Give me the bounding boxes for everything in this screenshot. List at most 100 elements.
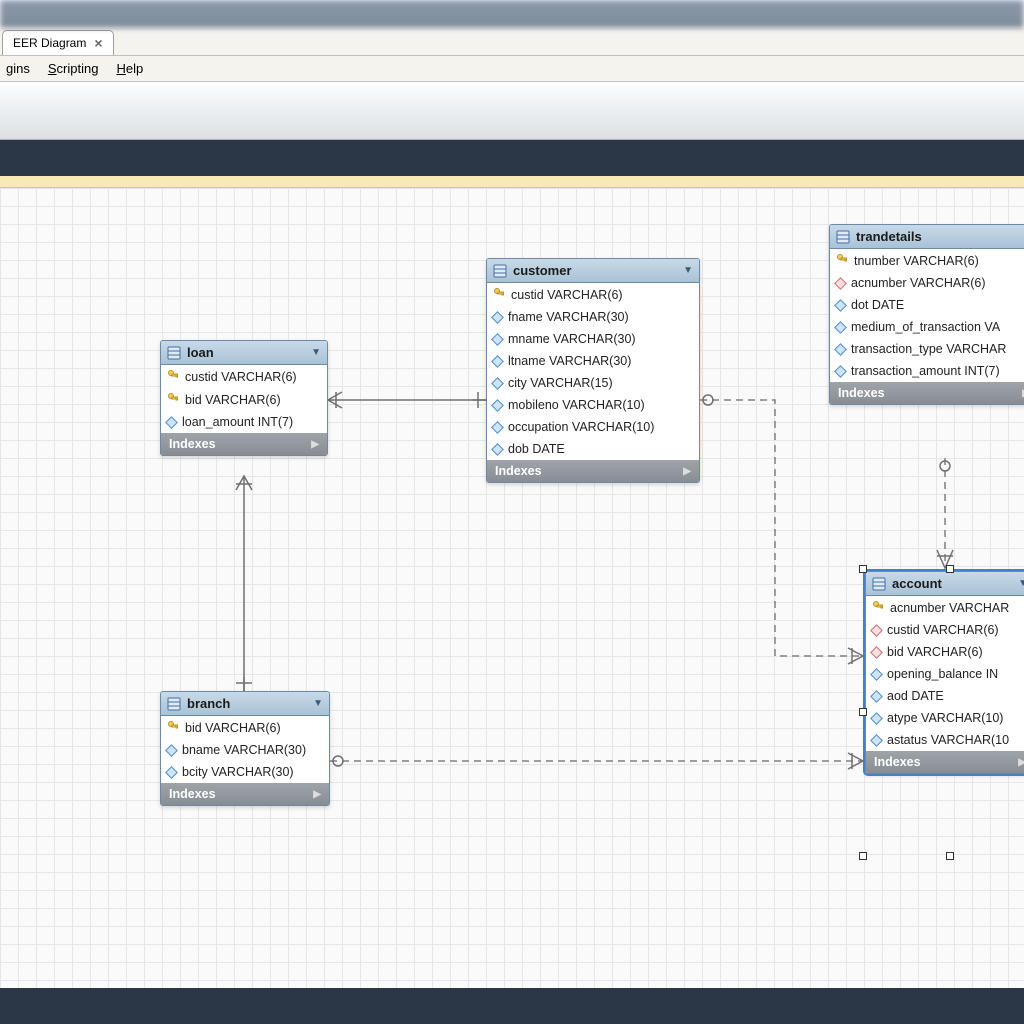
- column-text: astatus VARCHAR(10: [887, 733, 1009, 747]
- fk-diamond-icon: [870, 624, 883, 637]
- column-row[interactable]: tnumber VARCHAR(6): [830, 249, 1024, 272]
- entity-indexes-loan[interactable]: Indexes ▶: [161, 433, 327, 455]
- column-row[interactable]: bname VARCHAR(30): [161, 739, 329, 761]
- entity-indexes-trandetails[interactable]: Indexes ▶: [830, 382, 1024, 404]
- entity-indexes-branch[interactable]: Indexes ▶: [161, 783, 329, 805]
- table-icon: [836, 230, 850, 244]
- column-diamond-icon: [491, 443, 504, 456]
- column-row[interactable]: bid VARCHAR(6): [866, 641, 1024, 663]
- entity-header-trandetails[interactable]: trandetails ▼: [830, 225, 1024, 249]
- column-row[interactable]: loan_amount INT(7): [161, 411, 327, 433]
- chevron-down-icon[interactable]: ▼: [683, 265, 693, 276]
- column-row[interactable]: mname VARCHAR(30): [487, 328, 699, 350]
- column-row[interactable]: medium_of_transaction VA: [830, 316, 1024, 338]
- column-text: bid VARCHAR(6): [887, 645, 983, 659]
- column-row[interactable]: bid VARCHAR(6): [161, 716, 329, 739]
- chevron-down-icon[interactable]: ▼: [1018, 578, 1024, 589]
- column-row[interactable]: aod DATE: [866, 685, 1024, 707]
- entity-account[interactable]: account ▼ acnumber VARCHARcustid VARCHAR…: [865, 571, 1024, 774]
- chevron-right-icon: ▶: [1018, 757, 1024, 768]
- column-text: occupation VARCHAR(10): [508, 420, 654, 434]
- table-icon: [493, 264, 507, 278]
- column-text: aod DATE: [887, 689, 944, 703]
- column-diamond-icon: [491, 377, 504, 390]
- column-text: bcity VARCHAR(30): [182, 765, 294, 779]
- column-row[interactable]: dot DATE: [830, 294, 1024, 316]
- column-row[interactable]: city VARCHAR(15): [487, 372, 699, 394]
- column-diamond-icon: [491, 311, 504, 324]
- column-row[interactable]: dob DATE: [487, 438, 699, 460]
- selection-handle[interactable]: [946, 565, 954, 573]
- column-row[interactable]: transaction_type VARCHAR: [830, 338, 1024, 360]
- entity-columns-trandetails: tnumber VARCHAR(6) acnumber VARCHAR(6) dot…: [830, 249, 1024, 382]
- tab-eer-diagram[interactable]: EER Diagram ×: [2, 30, 114, 55]
- chevron-down-icon[interactable]: ▼: [311, 347, 321, 358]
- column-diamond-icon: [870, 668, 883, 681]
- column-text: acnumber VARCHAR(6): [851, 276, 986, 290]
- table-icon: [872, 577, 886, 591]
- menu-help[interactable]: Help: [116, 61, 143, 76]
- selection-handle[interactable]: [859, 852, 867, 860]
- column-diamond-icon: [165, 744, 178, 757]
- entity-loan[interactable]: loan ▼ custid VARCHAR(6) bid VARCHAR(6) lo…: [160, 340, 328, 456]
- column-row[interactable]: occupation VARCHAR(10): [487, 416, 699, 438]
- table-icon: [167, 346, 181, 360]
- column-row[interactable]: mobileno VARCHAR(10): [487, 394, 699, 416]
- fk-diamond-icon: [834, 277, 847, 290]
- column-row[interactable]: opening_balance IN: [866, 663, 1024, 685]
- column-text: fname VARCHAR(30): [508, 310, 629, 324]
- column-row[interactable]: transaction_amount INT(7): [830, 360, 1024, 382]
- entity-title: branch: [187, 696, 230, 711]
- entity-indexes-account[interactable]: Indexes ▶: [866, 751, 1024, 773]
- column-text: mname VARCHAR(30): [508, 332, 636, 346]
- entity-title: loan: [187, 345, 214, 360]
- entity-branch[interactable]: branch ▼ bid VARCHAR(6) bname VARCHAR(30)…: [160, 691, 330, 806]
- key-icon: [493, 287, 505, 302]
- entity-indexes-customer[interactable]: Indexes ▶: [487, 460, 699, 482]
- table-icon: [167, 697, 181, 711]
- column-diamond-icon: [834, 299, 847, 312]
- entity-header-customer[interactable]: customer ▼: [487, 259, 699, 283]
- column-row[interactable]: bid VARCHAR(6): [161, 388, 327, 411]
- column-row[interactable]: acnumber VARCHAR(6): [830, 272, 1024, 294]
- selection-handle[interactable]: [859, 565, 867, 573]
- column-row[interactable]: custid VARCHAR(6): [866, 619, 1024, 641]
- key-icon: [167, 392, 179, 407]
- key-icon: [836, 253, 848, 268]
- menu-scripting[interactable]: Scripting: [48, 61, 99, 76]
- selection-handle[interactable]: [946, 852, 954, 860]
- column-text: transaction_type VARCHAR: [851, 342, 1006, 356]
- column-diamond-icon: [491, 355, 504, 368]
- column-row[interactable]: custid VARCHAR(6): [161, 365, 327, 388]
- entity-header-loan[interactable]: loan ▼: [161, 341, 327, 365]
- column-text: ltname VARCHAR(30): [508, 354, 631, 368]
- column-row[interactable]: acnumber VARCHAR: [866, 596, 1024, 619]
- column-diamond-icon: [834, 321, 847, 334]
- column-row[interactable]: fname VARCHAR(30): [487, 306, 699, 328]
- menu-plugins[interactable]: gins: [6, 61, 30, 76]
- key-icon: [167, 369, 179, 384]
- chevron-down-icon[interactable]: ▼: [313, 698, 323, 709]
- entity-header-account[interactable]: account ▼: [866, 572, 1024, 596]
- column-text: atype VARCHAR(10): [887, 711, 1003, 725]
- close-icon[interactable]: ×: [94, 35, 102, 51]
- footer-bar: [0, 988, 1024, 1024]
- column-text: bid VARCHAR(6): [185, 393, 281, 407]
- column-row[interactable]: bcity VARCHAR(30): [161, 761, 329, 783]
- column-text: custid VARCHAR(6): [511, 288, 623, 302]
- chevron-right-icon: ▶: [313, 789, 321, 800]
- diagram-canvas[interactable]: loan ▼ custid VARCHAR(6) bid VARCHAR(6) lo…: [0, 188, 1024, 998]
- column-diamond-icon: [165, 416, 178, 429]
- column-row[interactable]: astatus VARCHAR(10: [866, 729, 1024, 751]
- selection-handle[interactable]: [859, 708, 867, 716]
- column-row[interactable]: custid VARCHAR(6): [487, 283, 699, 306]
- column-text: bid VARCHAR(6): [185, 721, 281, 735]
- column-row[interactable]: ltname VARCHAR(30): [487, 350, 699, 372]
- ribbon: [0, 140, 1024, 176]
- column-text: bname VARCHAR(30): [182, 743, 306, 757]
- entity-trandetails[interactable]: trandetails ▼ tnumber VARCHAR(6) acnumber…: [829, 224, 1024, 405]
- column-row[interactable]: atype VARCHAR(10): [866, 707, 1024, 729]
- entity-customer[interactable]: customer ▼ custid VARCHAR(6) fname VARCHA…: [486, 258, 700, 483]
- entity-header-branch[interactable]: branch ▼: [161, 692, 329, 716]
- key-icon: [872, 600, 884, 615]
